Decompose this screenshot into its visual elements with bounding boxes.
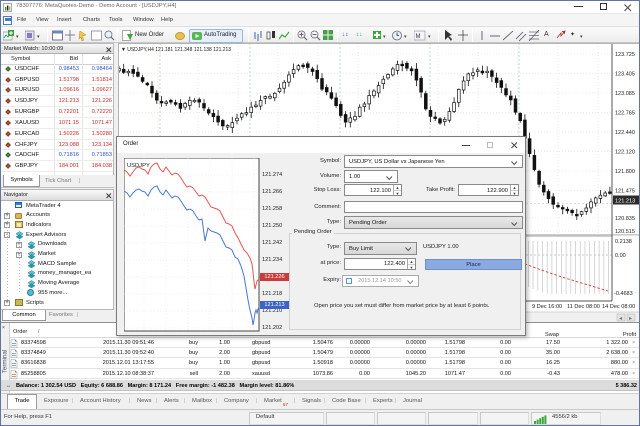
svg-text:121.800: 121.800 [615,169,635,175]
svg-text:▼ USDJPY,H4 121.181 121.348 1: ▼ USDJPY,H4 121.181 121.348 121.138 121.… [121,47,231,53]
svg-text:USDJPY: USDJPY [127,163,150,169]
svg-text:14 Dec 08:00: 14 Dec 08:00 [602,304,635,310]
svg-text:-0.4683: -0.4683 [614,291,633,297]
svg-text:0.2138: 0.2138 [615,239,632,245]
svg-text:123.725: 123.725 [615,52,635,58]
svg-text:123.085: 123.085 [615,91,635,97]
svg-text:9 Dec 16:00: 9 Dec 16:00 [532,304,562,310]
svg-text:120.515: 120.515 [615,229,635,235]
svg-text:122.440: 122.440 [615,130,635,136]
svg-text:11 Dec 08:00: 11 Dec 08:00 [567,304,600,310]
svg-text:0.00: 0.00 [615,253,626,259]
svg-text:122.765: 122.765 [615,111,635,117]
svg-text:121.475: 121.475 [615,189,635,195]
svg-text:121.213: 121.213 [615,199,635,205]
svg-text:120.835: 120.835 [615,216,635,222]
svg-text:122.120: 122.120 [615,150,635,156]
svg-text:M: M [416,34,421,40]
svg-text:123.405: 123.405 [615,72,635,78]
